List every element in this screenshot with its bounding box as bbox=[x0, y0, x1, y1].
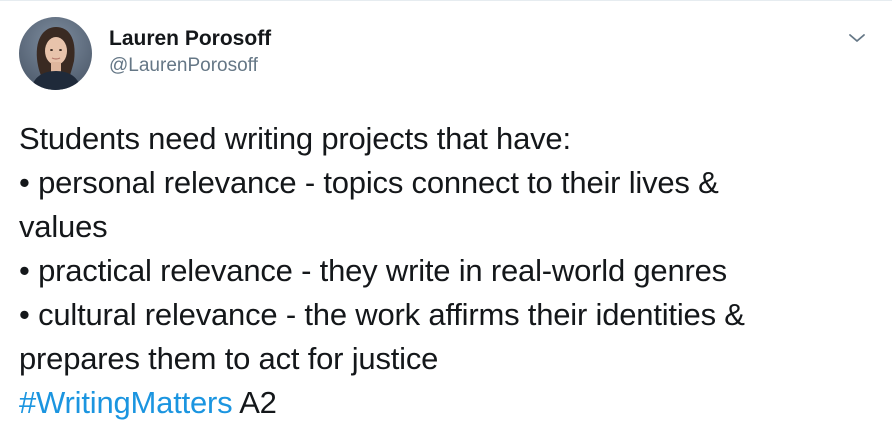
tweet-line: values bbox=[19, 209, 108, 244]
tweet-line: • cultural relevance - the work affirms … bbox=[19, 297, 745, 332]
tweet-text: Students need writing projects that have… bbox=[19, 117, 879, 425]
tweet-menu-button[interactable] bbox=[842, 23, 872, 53]
tweet-suffix: A2 bbox=[239, 385, 277, 420]
chevron-down-icon bbox=[849, 34, 865, 42]
author-handle[interactable]: @LaurenPorosoff bbox=[109, 55, 271, 77]
tweet-card: Lauren Porosoff @LaurenPorosoff Students… bbox=[0, 0, 892, 430]
tweet-line-hashtag: #WritingMatters A2 bbox=[19, 381, 879, 425]
tweet-line: • personal relevance - topics connect to… bbox=[19, 165, 719, 200]
avatar-photo bbox=[19, 17, 92, 90]
tweet-line: prepares them to act for justice bbox=[19, 341, 439, 376]
tweet-line: • practical relevance - they write in re… bbox=[19, 253, 727, 288]
avatar[interactable] bbox=[19, 17, 92, 90]
tweet-line: Students need writing projects that have… bbox=[19, 121, 571, 156]
author-block: Lauren Porosoff @LaurenPorosoff bbox=[109, 27, 271, 77]
hashtag-link[interactable]: #WritingMatters bbox=[19, 385, 233, 420]
author-display-name[interactable]: Lauren Porosoff bbox=[109, 27, 271, 51]
